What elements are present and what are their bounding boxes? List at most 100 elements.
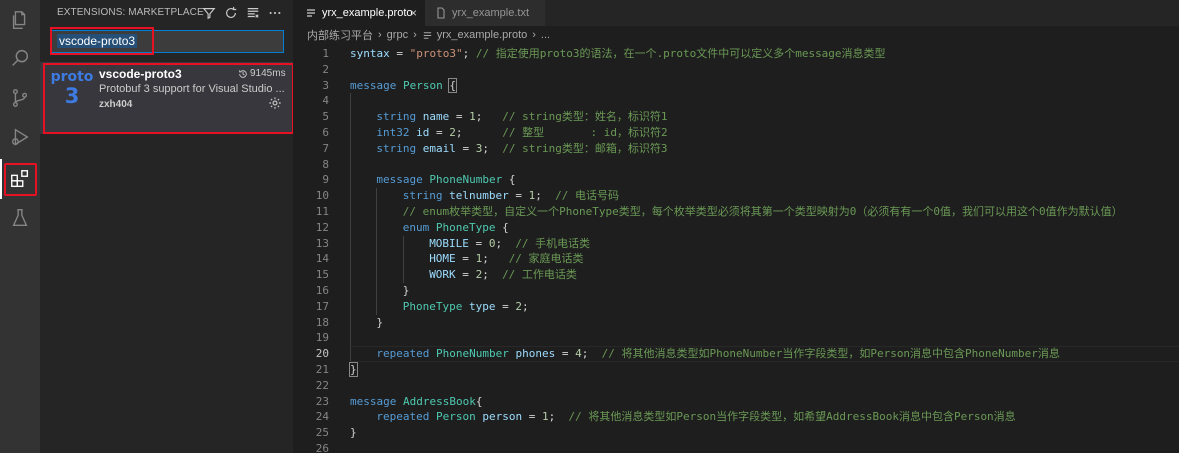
run-debug-button[interactable] [0, 117, 40, 157]
code-token: 2 [449, 126, 456, 139]
code-line: 14 HOME = 1; // 家庭电话类 [293, 251, 1179, 267]
code-editor[interactable]: 1 syntax = "proto3"; // 指定使用proto3的语法，在一个… [293, 44, 1179, 453]
breadcrumb-item[interactable]: yrx_example.proto [437, 29, 528, 41]
line-number: 6 [322, 126, 329, 139]
code-token: int32 [376, 126, 410, 139]
code-token: name [422, 110, 450, 124]
code-line: 21} [293, 362, 1179, 378]
code-line: 4 [293, 93, 1179, 109]
code-token: id [416, 126, 430, 139]
explorer-button[interactable] [0, 0, 40, 40]
line-number: 4 [322, 94, 329, 108]
code-line: 19 [293, 330, 1179, 346]
activity-bar [0, 0, 40, 453]
code-token: // 工作电话类 [502, 268, 577, 282]
testing-button[interactable] [0, 198, 40, 238]
code-line: 15 WORK = 2; // 工作电话类 [293, 267, 1179, 283]
code-token: ; [455, 126, 503, 139]
code-token: phones [515, 347, 556, 361]
code-token: PhoneType [435, 220, 496, 234]
code-token: = [555, 347, 576, 361]
tab-yrx-example-txt[interactable]: yrx_example.txt [425, 0, 545, 26]
code-line: 1 syntax = "proto3"; // 指定使用proto3的语法，在一个… [293, 46, 1179, 62]
code-token: // 整型 : id，标识符2 [502, 126, 668, 139]
code-text: } [376, 315, 383, 331]
refresh-button[interactable] [223, 5, 239, 21]
code-text: HOME = 1; // 家庭电话类 [429, 251, 583, 267]
filter-button[interactable] [201, 5, 217, 21]
extensions-sidebar: EXTENSIONS: MARKETPLACE vscode-proto3 pr… [40, 0, 294, 453]
code-token: AddressBook [402, 394, 476, 408]
code-token: // 将其他消息类型如PhoneNumber当作字段类型，如Person消息中包… [601, 347, 1060, 361]
code-token: 1 [542, 410, 549, 424]
code-token: repeated [376, 347, 430, 361]
line-number: 16 [315, 284, 329, 297]
code-token: ; [482, 141, 503, 155]
code-token: } [350, 426, 357, 440]
line-number: 23 [315, 394, 329, 408]
chevron-right-icon: › [532, 29, 536, 41]
code-token: // 指定使用proto3的语法，在一个.proto文件中可以定义多个messa… [475, 47, 886, 60]
run-debug-icon [11, 128, 29, 146]
clear-button[interactable] [245, 5, 261, 21]
line-number: 3 [322, 78, 329, 92]
breadcrumb-item[interactable]: grpc [387, 29, 408, 41]
close-tab-button[interactable]: × [410, 7, 417, 19]
code-token: type [469, 299, 496, 313]
breadcrumb-item[interactable]: 内部练习平台 [307, 27, 373, 43]
code-text: message AddressBook{ [350, 394, 482, 410]
code-token: 1 [469, 110, 476, 124]
code-token: ; [581, 347, 602, 361]
code-text: string email = 3; // string类型：邮箱，标识符3 [376, 141, 667, 157]
search-highlight-box [50, 27, 154, 55]
code-token: person [482, 410, 523, 424]
code-token: string [376, 141, 417, 155]
line-number: 11 [315, 205, 329, 218]
search-button[interactable] [0, 38, 40, 78]
breadcrumb-item[interactable]: ... [541, 29, 550, 41]
code-token: Person [402, 78, 443, 92]
code-line: 23 message AddressBook{ [293, 394, 1179, 410]
line-number: 1 [322, 47, 329, 60]
code-text: // enum枚举类型，自定义一个PhoneType类型，每个枚举类型必须将其第… [403, 204, 1123, 220]
code-token: ; [495, 236, 516, 250]
code-token: syntax [350, 47, 390, 60]
chevron-right-icon: › [413, 29, 417, 41]
code-token: { [475, 394, 483, 408]
code-line: 12 enum PhoneType { [293, 220, 1179, 236]
code-line: 24 repeated Person person = 1; // 将其他消息类型… [293, 409, 1179, 425]
line-number: 22 [315, 378, 329, 392]
breadcrumb: 内部练习平台 › grpc › yrx_example.proto › ... [293, 26, 1179, 44]
more-button[interactable] [267, 5, 283, 21]
code-text: repeated PhoneNumber phones = 4; // 将其他消… [376, 346, 1060, 362]
code-token: { [502, 173, 516, 187]
line-number: 14 [315, 252, 329, 266]
code-line: 6 int32 id = 2; // 整型 : id，标识符2 [293, 125, 1179, 141]
code-token: WORK [429, 268, 456, 282]
code-text: syntax = "proto3"; // 指定使用proto3的语法，在一个.… [350, 46, 886, 62]
line-number: 20 [315, 347, 329, 361]
code-line: 2 [293, 62, 1179, 78]
extensions-button[interactable] [0, 159, 40, 199]
source-control-button[interactable] [0, 78, 40, 118]
code-line: 3 message Person { [293, 77, 1179, 94]
code-token: // 将其他消息类型如Person当作字段类型，如希望AddressBook消息… [568, 410, 1016, 424]
code-token: ; [522, 299, 529, 313]
line-number: 19 [315, 331, 329, 345]
code-token: // enum枚举类型，自定义一个PhoneType类型，每个枚举类型必须将其第… [402, 205, 1123, 218]
code-token: ; [535, 189, 556, 203]
code-token: message [376, 173, 423, 187]
tab-yrx-example-proto[interactable]: yrx_example.proto × [293, 0, 425, 26]
line-number: 21 [315, 363, 329, 376]
code-token: = [495, 299, 516, 313]
code-text: enum PhoneType { [403, 220, 509, 236]
code-token: // string类型：姓名，标识符1 [502, 110, 668, 124]
code-token: } [376, 315, 384, 329]
clear-icon [247, 8, 259, 18]
code-token: repeated [376, 410, 430, 424]
code-text: int32 id = 2; // 整型 : id，标识符2 [376, 125, 667, 141]
code-token: "proto3" [409, 47, 463, 60]
line-number: 24 [315, 410, 329, 424]
